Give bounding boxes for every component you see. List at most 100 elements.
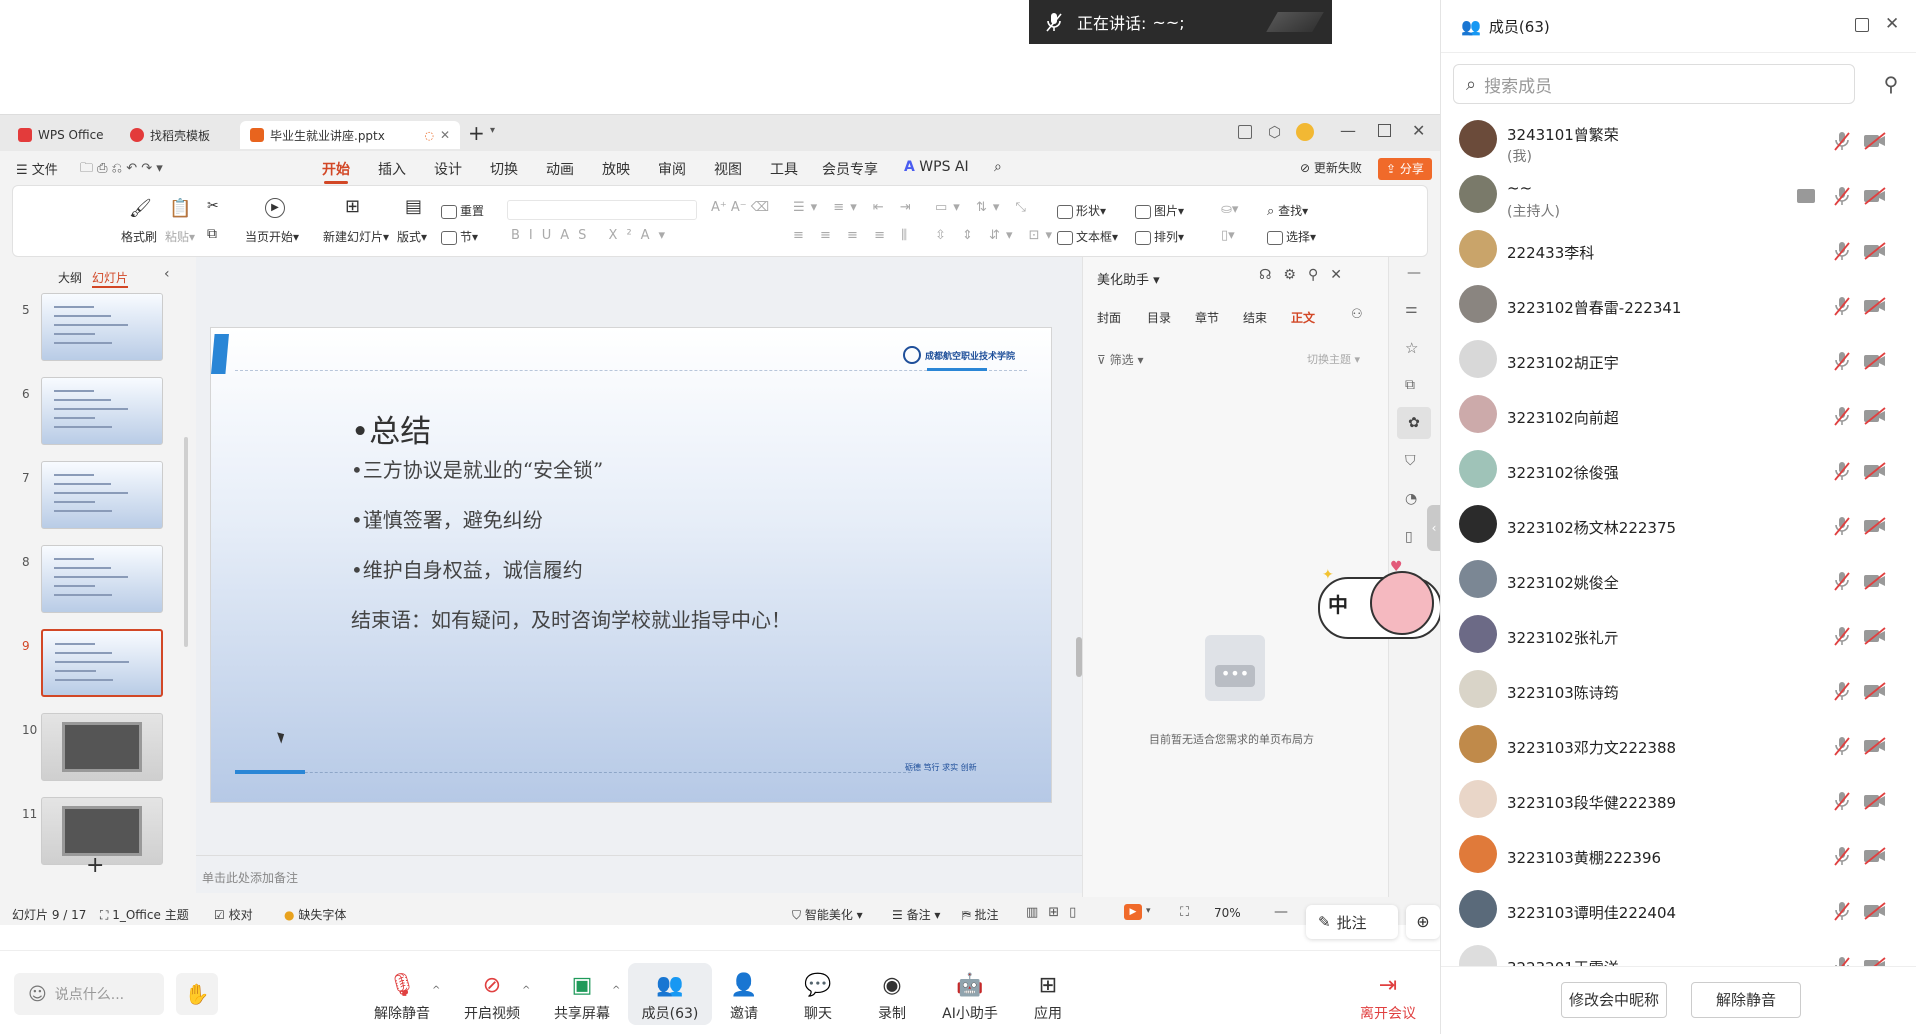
- shirt-icon[interactable]: ⛉: [1405, 453, 1416, 469]
- audio-options-icon[interactable]: ^: [432, 985, 440, 996]
- new-tab-plus-icon[interactable]: +: [468, 121, 485, 145]
- slide-thumbnail[interactable]: [41, 545, 163, 613]
- mic-muted-icon[interactable]: [1833, 185, 1851, 207]
- new-slide-button[interactable]: 新建幻灯片▾: [323, 228, 389, 245]
- camera-off-icon[interactable]: [1863, 517, 1887, 535]
- rename-nickname-button[interactable]: 修改会中昵称: [1561, 982, 1667, 1018]
- camera-off-icon[interactable]: [1863, 352, 1887, 370]
- menu-tools[interactable]: 工具: [770, 159, 798, 179]
- switch-theme-button[interactable]: 切换主题 ▾: [1307, 351, 1360, 367]
- slide-thumbnail[interactable]: [41, 461, 163, 529]
- mic-muted-icon[interactable]: [1833, 405, 1851, 427]
- quick-access-toolbar[interactable]: 🗀 ⎙ ⎌ ↶ ↷ ▾: [80, 159, 163, 181]
- annotate-button[interactable]: ✎ 批注: [1306, 905, 1398, 939]
- format-painter-button[interactable]: 格式刷: [121, 228, 157, 245]
- window-layout-icon[interactable]: [1238, 125, 1252, 139]
- comments-toggle[interactable]: ⛿ 批注: [962, 906, 999, 923]
- member-row[interactable]: 3223102曾春雷-222341: [1441, 279, 1916, 334]
- sidebar-expand-handle[interactable]: ‹: [1427, 505, 1441, 551]
- mic-muted-icon[interactable]: [1833, 900, 1851, 922]
- minimize-icon[interactable]: —: [1340, 121, 1356, 140]
- leave-meeting-button[interactable]: ⇥ 离开会议: [1348, 973, 1428, 1023]
- reset-button[interactable]: 重置: [441, 202, 484, 219]
- theme-name[interactable]: ⛶ 1_Office 主题: [100, 906, 189, 923]
- tab-close-icon[interactable]: ✕: [440, 128, 450, 142]
- chevron-down-icon[interactable]: ▾: [490, 125, 495, 136]
- member-row[interactable]: 3223102姚俊全: [1441, 554, 1916, 609]
- members-button[interactable]: 👥 成员(63): [628, 963, 712, 1025]
- zoom-level[interactable]: 70%: [1214, 906, 1241, 920]
- select-button[interactable]: 选择▾: [1267, 228, 1316, 245]
- view-mode-buttons[interactable]: ▥⊞▯: [1026, 905, 1086, 920]
- mic-muted-icon[interactable]: [1833, 295, 1851, 317]
- arrange-button[interactable]: 排列▾: [1135, 228, 1184, 245]
- slide-thumbnail[interactable]: [41, 377, 163, 445]
- camera-off-icon[interactable]: [1863, 462, 1887, 480]
- star-icon[interactable]: ☆: [1405, 339, 1418, 357]
- menu-home[interactable]: 开始: [322, 159, 350, 184]
- member-row[interactable]: 3223201王雪洋: [1441, 939, 1916, 966]
- missing-font-button[interactable]: ● 缺失字体: [284, 906, 346, 923]
- layout-button[interactable]: 版式▾: [397, 228, 427, 245]
- menu-transition[interactable]: 切换: [490, 159, 518, 179]
- helper-tab-toc[interactable]: 目录: [1147, 309, 1171, 326]
- slide-thumbnail[interactable]: [41, 713, 163, 781]
- raise-hand-icon[interactable]: ✋: [176, 973, 218, 1015]
- member-row[interactable]: 3223102徐俊强: [1441, 444, 1916, 499]
- invite-button[interactable]: 👤 邀请: [704, 973, 784, 1023]
- zoom-out-icon[interactable]: —: [1274, 904, 1288, 920]
- unmute-button[interactable]: 🎙 解除静音: [362, 973, 442, 1023]
- share-options-icon[interactable]: ^: [612, 985, 620, 996]
- font-name-select[interactable]: [507, 200, 697, 220]
- chat-input[interactable]: ☺ 说点什么...: [14, 973, 164, 1015]
- unmute-all-button[interactable]: 解除静音: [1691, 982, 1801, 1018]
- font-style-buttons[interactable]: BIUAS X²A▾: [511, 228, 674, 243]
- camera-off-icon[interactable]: [1863, 297, 1887, 315]
- mic-muted-icon[interactable]: [1833, 350, 1851, 372]
- smart-beautify-button[interactable]: ⛉ 智能美化 ▾: [792, 906, 863, 923]
- layers-icon[interactable]: ⧉: [1405, 377, 1415, 393]
- slideshow-options-icon[interactable]: ▾: [1146, 906, 1151, 916]
- camera-off-icon[interactable]: [1863, 132, 1887, 150]
- collapse-panel-icon[interactable]: ‹: [164, 266, 170, 282]
- camera-off-icon[interactable]: [1863, 902, 1887, 920]
- mic-muted-icon[interactable]: [1833, 625, 1851, 647]
- textbox-button[interactable]: 文本框▾: [1057, 228, 1118, 245]
- start-video-button[interactable]: ⊘ 开启视频: [452, 973, 532, 1023]
- spacing-buttons[interactable]: ⇳ ⇕ ⇵▾ ⊡▾: [935, 228, 1058, 243]
- find-button[interactable]: ⌕ 查找▾: [1267, 202, 1308, 219]
- helper-tab-end[interactable]: 结束: [1243, 309, 1267, 326]
- member-row[interactable]: 3223103陈诗筠: [1441, 664, 1916, 719]
- mic-muted-icon[interactable]: [1833, 845, 1851, 867]
- menu-view[interactable]: 视图: [714, 159, 742, 179]
- helper-title[interactable]: 美化助手 ▾: [1097, 269, 1160, 288]
- user-avatar[interactable]: [1296, 123, 1314, 141]
- member-list[interactable]: 3243101曾繁荣 (我) ~~ (主持人) 222433李科 3223102曾春雷-2…: [1441, 114, 1916, 966]
- mic-muted-icon[interactable]: [1833, 240, 1851, 262]
- copy-icon[interactable]: ⧉: [207, 226, 217, 242]
- member-search-input[interactable]: ⌕ 搜索成员: [1453, 64, 1855, 104]
- paragraph-buttons[interactable]: ▭▾ ⇅▾ ⤡: [935, 200, 1032, 215]
- search-icon[interactable]: ⌕: [994, 159, 1002, 175]
- camera-off-icon[interactable]: [1863, 187, 1887, 205]
- camera-off-icon[interactable]: [1863, 792, 1887, 810]
- fit-window-icon[interactable]: ⛶: [1180, 905, 1189, 920]
- mic-muted-icon[interactable]: [1833, 955, 1851, 966]
- record-button[interactable]: ◉ 录制: [852, 973, 932, 1023]
- person-icon[interactable]: ⚇: [1351, 307, 1363, 322]
- add-member-icon[interactable]: ⚲: [1871, 64, 1911, 104]
- chat-button[interactable]: 💬 聊天: [778, 973, 858, 1023]
- chart-tool-icon[interactable]: ◔: [1405, 491, 1417, 507]
- camera-off-icon[interactable]: [1863, 407, 1887, 425]
- maximize-icon[interactable]: [1378, 124, 1391, 137]
- tab-outline[interactable]: 大纲: [58, 269, 82, 286]
- mic-muted-icon[interactable]: [1833, 515, 1851, 537]
- notes-toggle[interactable]: ☰ 备注 ▾: [892, 906, 940, 923]
- camera-off-icon[interactable]: [1863, 682, 1887, 700]
- adjust-icon[interactable]: ⚌: [1405, 301, 1418, 317]
- member-row[interactable]: 3223103邓力文222388: [1441, 719, 1916, 774]
- cat-sticker[interactable]: 中 ♥ ✦: [1318, 559, 1442, 639]
- play-from-current-button[interactable]: 当页开始▾: [245, 228, 299, 245]
- mic-muted-icon[interactable]: [1833, 130, 1851, 152]
- picture-button[interactable]: 图片▾: [1135, 202, 1184, 219]
